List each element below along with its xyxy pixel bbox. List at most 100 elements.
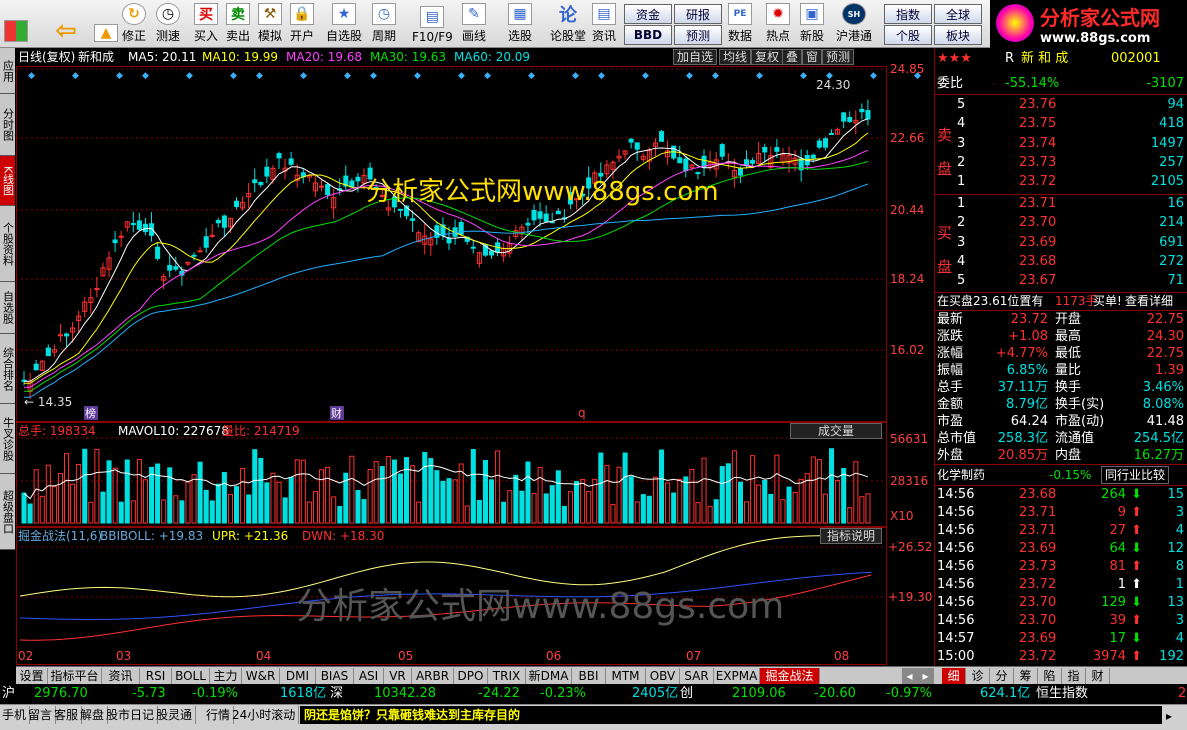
view-detail-link[interactable]: 查看详细 <box>1125 292 1173 310</box>
indicator-tab[interactable]: RSI <box>140 668 172 684</box>
data-button[interactable]: PE 数据 <box>728 2 752 46</box>
draw-line-button[interactable]: ✎ 画线 <box>462 2 486 46</box>
chart-area[interactable]: 24.85 22.66 20.44 18.24 16.02 ◆ ◆ ◆ ◆ ◆ ◆ ◆ ◆ ◆ ◆ ◆ ◆ ◆ ◆ ◆… <box>16 48 933 666</box>
indicator-tab[interactable]: VR <box>384 668 412 684</box>
indicator-tab[interactable]: BBI <box>572 668 606 684</box>
indicator-tab[interactable]: OBV <box>646 668 680 684</box>
indicator-tab[interactable]: 新DMA <box>526 668 572 684</box>
indicator-name: 掘金战法(11,6) <box>18 529 103 543</box>
adjust-button[interactable]: 复权 <box>751 49 784 65</box>
volume-bar <box>227 493 234 524</box>
left-tab-timeshare[interactable]: 分时图 <box>0 94 15 156</box>
left-tab-app[interactable]: 应用 <box>0 48 15 94</box>
taskbar-item[interactable]: 行情 <box>206 706 235 724</box>
indicator-tab[interactable]: DMI <box>280 668 316 684</box>
indicator-tab[interactable]: 掘金战法 <box>760 668 820 684</box>
indicator-tab[interactable]: EXPMA <box>714 668 760 684</box>
indicator-tab[interactable]: ASI <box>354 668 384 684</box>
quote-panel-tab[interactable]: 诊 <box>966 668 990 684</box>
left-tab-strip: 应用 分时图 K线图 个股资料 自选股 综合排名 牛叉诊股 超级盘口 <box>0 48 16 666</box>
industry-compare-button[interactable]: 同行业比较 <box>1101 466 1170 484</box>
sell-volume: 418 <box>1159 116 1184 132</box>
window-button[interactable]: 窗 <box>802 49 823 65</box>
quote-panel-tab[interactable]: 陷 <box>1038 668 1062 684</box>
quote-panel-tab[interactable]: 财 <box>1086 668 1110 684</box>
news-button[interactable]: ▤ 资讯 <box>592 2 616 46</box>
indicator-tab[interactable]: BIAS <box>316 668 354 684</box>
indicator-tab[interactable]: 资讯 <box>102 668 140 684</box>
hot-button[interactable]: ✹ 热点 <box>766 2 790 46</box>
indicator-tab[interactable]: 设置 <box>16 668 48 684</box>
indicator-tab[interactable]: W&R <box>242 668 280 684</box>
tab-scroll-left-icon[interactable]: ◂ <box>902 668 918 684</box>
new-stock-button[interactable]: ▣ 新股 <box>800 2 824 46</box>
up-down-button[interactable]: ▲ <box>94 2 118 46</box>
left-tab-profile[interactable]: 个股资料 <box>0 206 15 282</box>
tick-price: 23.72 <box>1019 649 1057 664</box>
sell-button[interactable]: 卖卖出 <box>226 2 250 46</box>
refresh-button[interactable]: ↻ 修正 <box>122 2 146 46</box>
research-button[interactable]: 研报 <box>674 4 722 24</box>
back-button[interactable]: ⇦ <box>54 2 78 46</box>
predict-button[interactable]: 预测 <box>822 49 855 65</box>
open-account-button[interactable]: 🔒 开户 <box>290 2 314 46</box>
candle-body <box>252 179 258 184</box>
indicator-tab[interactable]: MTM <box>606 668 646 684</box>
simulate-button[interactable]: ⚒ 模拟 <box>258 2 282 46</box>
indicator-help-button[interactable]: 指标说明 <box>820 528 882 544</box>
taskbar-item[interactable]: 股市日记 <box>106 706 159 724</box>
indicator-tab[interactable]: DPO <box>454 668 488 684</box>
indicator-tab[interactable]: ARBR <box>412 668 454 684</box>
taskbar-item[interactable]: 留言 <box>28 706 57 724</box>
overlay-button[interactable]: 叠 <box>782 49 803 65</box>
left-tab-kline[interactable]: K线图 <box>0 156 15 206</box>
sector-button[interactable]: 板块 <box>934 25 982 45</box>
bbd-button[interactable]: BBD <box>624 25 672 45</box>
quote-panel-tab[interactable]: 筹 <box>1014 668 1038 684</box>
left-tab-diagnose[interactable]: 牛叉诊股 <box>0 404 15 474</box>
forum-button[interactable]: 论论股堂 <box>550 2 586 46</box>
taskbar-item[interactable]: 客服 <box>54 706 83 724</box>
add-watch-button[interactable]: 加自选 <box>673 49 718 65</box>
tab-scroll-right-icon[interactable]: ▸ <box>918 668 934 684</box>
indicator-tab[interactable]: TRIX <box>488 668 526 684</box>
quote-panel-tab[interactable]: 细 <box>942 668 966 684</box>
indicator-tab[interactable]: BOLL <box>172 668 210 684</box>
indicator-tab[interactable]: 指标平台 <box>48 668 102 684</box>
home-button[interactable] <box>4 2 28 46</box>
period-button[interactable]: ◷ 周期 <box>372 2 396 46</box>
global-button[interactable]: 全球 <box>934 4 982 24</box>
quote-panel-tab[interactable]: 指 <box>1062 668 1086 684</box>
signal-diamond-icon: ◆ <box>528 71 535 81</box>
watchlist-button[interactable]: ★ 自选股 <box>326 2 362 46</box>
volume-bar <box>337 506 343 524</box>
left-tab-orderbook[interactable]: 超级盘口 <box>0 474 15 550</box>
taskbar-item[interactable]: 解盘 <box>80 706 109 724</box>
taskbar-item[interactable]: 股灵通 <box>156 706 197 724</box>
individual-button[interactable]: 个股 <box>884 25 932 45</box>
stock-picker-button[interactable]: ▦ 选股 <box>508 2 532 46</box>
quote-panel-tab[interactable]: 分 <box>990 668 1014 684</box>
indicator-tab[interactable]: SAR <box>680 668 714 684</box>
buy-button[interactable]: 买买入 <box>194 2 218 46</box>
fund-button[interactable]: 资金 <box>624 4 672 24</box>
volume-selector[interactable]: 成交量 <box>790 423 882 439</box>
news-ticker[interactable]: 阴还是馅饼？只靠砸钱难达到主库存目的 <box>300 706 1162 724</box>
forecast-button[interactable]: 预测 <box>674 25 722 45</box>
stock-prefix: R <box>1005 51 1015 66</box>
taskbar-item[interactable]: 手机 <box>2 706 31 724</box>
volume-bar <box>70 483 76 524</box>
f10-button[interactable]: ▤ F10/F9 <box>412 2 453 46</box>
speed-test-button[interactable]: ◷ 测速 <box>156 2 180 46</box>
taskbar-item[interactable]: 24小时滚动 <box>232 706 300 724</box>
ma-toggle-button[interactable]: 均线 <box>719 49 752 65</box>
hot-icon: ✹ <box>766 3 790 25</box>
left-tab-watchlist[interactable]: 自选股 <box>0 282 15 334</box>
hk-connect-button[interactable]: SH 沪港通 <box>836 2 872 46</box>
indicator-tab[interactable]: 主力 <box>210 668 242 684</box>
left-tab-ranking[interactable]: 综合排名 <box>0 334 15 404</box>
kline-chart-svg[interactable]: 24.8522.6620.4418.2416.02◆ ◆ ◆ ◆ ◆ ◆ ◆ ◆ ◆ ◆ ◆ ◆ ◆ ◆ ◆… <box>16 48 933 666</box>
ticker-arrow-icon[interactable]: ▸ <box>1166 707 1172 725</box>
index-button[interactable]: 指数 <box>884 4 932 24</box>
volume-bar <box>361 499 367 524</box>
